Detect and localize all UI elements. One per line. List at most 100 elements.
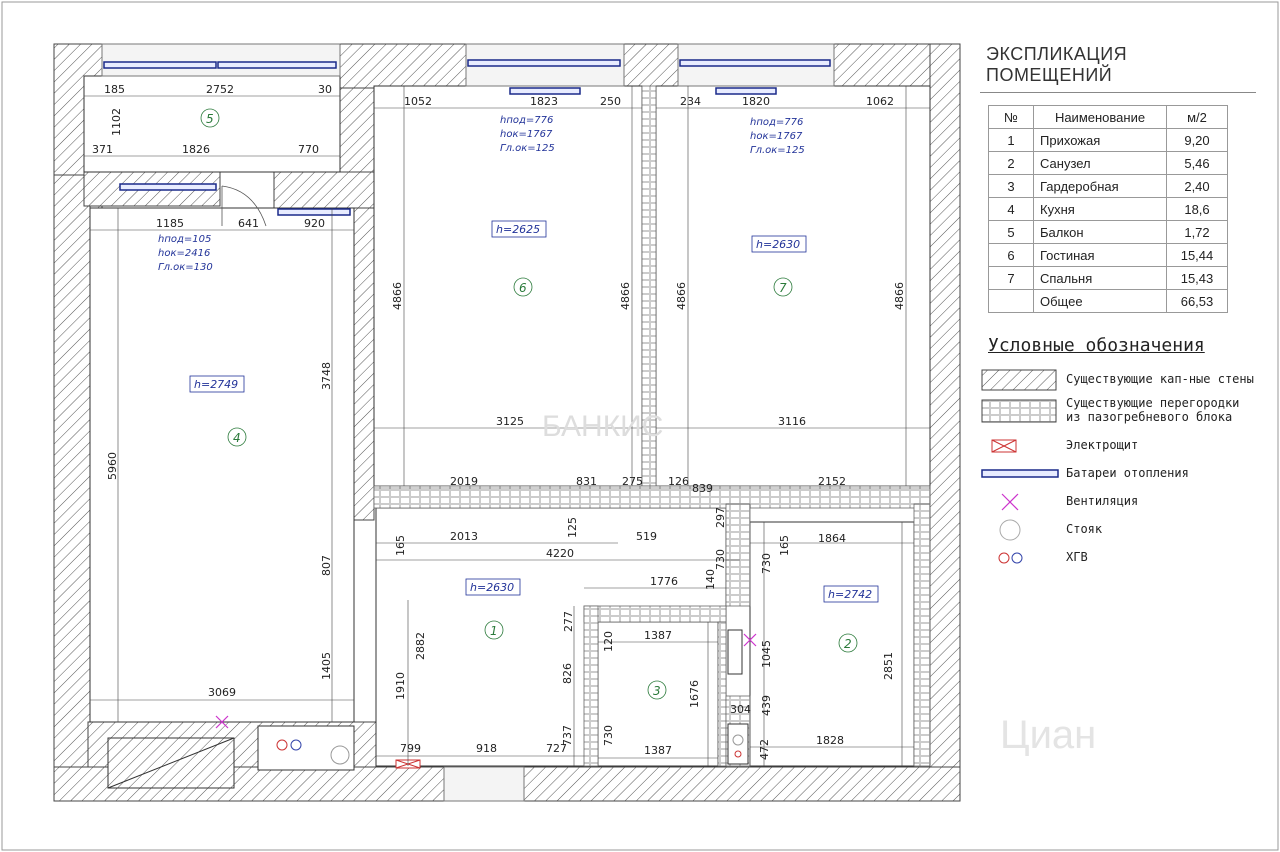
svg-text:4866: 4866	[619, 282, 632, 310]
electric-panel-legend-icon	[991, 439, 1017, 453]
table-row: 3 Гардеробная 2,40	[988, 174, 1228, 198]
riser-icon	[330, 745, 350, 765]
svg-text:hпод=105: hпод=105	[158, 234, 211, 245]
svg-text:7: 7	[779, 281, 787, 295]
svg-text:3: 3	[653, 684, 661, 698]
riser-legend-icon	[999, 519, 1021, 541]
svg-text:1910: 1910	[394, 672, 407, 700]
svg-text:4866: 4866	[391, 282, 404, 310]
svg-text:1: 1	[490, 624, 498, 638]
svg-text:4220: 4220	[546, 547, 574, 560]
svg-text:250: 250	[600, 95, 621, 108]
table-row: 1 Прихожая 9,20	[988, 128, 1228, 152]
svg-text:1823: 1823	[530, 95, 558, 108]
svg-text:5960: 5960	[106, 452, 119, 480]
svg-text:5: 5	[206, 112, 214, 126]
svg-text:140: 140	[704, 569, 717, 590]
svg-text:1062: 1062	[866, 95, 894, 108]
svg-text:h=2749: h=2749	[194, 378, 238, 391]
svg-text:120: 120	[602, 631, 615, 652]
svg-text:165: 165	[394, 535, 407, 556]
svg-text:770: 770	[298, 143, 319, 156]
svg-text:4: 4	[233, 431, 241, 445]
svg-text:Гл.ок=130: Гл.ок=130	[158, 262, 213, 273]
table-row: 6 Гостиная 15,44	[988, 243, 1228, 267]
svg-text:1045: 1045	[760, 640, 773, 668]
svg-text:371: 371	[92, 143, 113, 156]
symbol-wall: Существующие кап-ные стены	[980, 366, 1270, 394]
block-partition-icon	[981, 399, 1057, 423]
svg-text:1387: 1387	[644, 744, 672, 757]
svg-text:1826: 1826	[182, 143, 210, 156]
svg-text:807: 807	[320, 555, 333, 576]
svg-text:839: 839	[692, 482, 713, 495]
svg-text:275: 275	[622, 475, 643, 488]
svg-text:519: 519	[636, 530, 657, 543]
symbol-partition: Существующие перегородки из пазогребнево…	[980, 394, 1270, 432]
svg-text:126: 126	[668, 475, 689, 488]
watermark: БАНКИС	[542, 410, 663, 443]
explication-table: № Наименование м/2 1 Прихожая 9,20 2 Санузе…	[988, 105, 1228, 313]
svg-text:277: 277	[562, 611, 575, 632]
svg-text:Гл.ок=125: Гл.ок=125	[500, 143, 555, 154]
svg-text:2: 2	[844, 637, 852, 651]
svg-text:2019: 2019	[450, 475, 478, 488]
svg-text:304: 304	[730, 703, 751, 716]
legend-panel: ЭКСПЛИКАЦИЯ ПОМЕЩЕНИЙ № Наименование м/2…	[980, 40, 1270, 572]
svg-text:3116: 3116	[778, 415, 806, 428]
svg-text:831: 831	[576, 475, 597, 488]
symbol-panel: Электрощит	[980, 432, 1270, 460]
svg-text:1387: 1387	[644, 629, 672, 642]
svg-text:472: 472	[758, 739, 771, 760]
table-row: 5 Балкон 1,72	[988, 220, 1228, 244]
svg-text:439: 439	[760, 695, 773, 716]
svg-text:2013: 2013	[450, 530, 478, 543]
svg-text:297: 297	[714, 507, 727, 528]
table-row: 7 Спальня 15,43	[988, 266, 1228, 290]
svg-text:hок=2416: hок=2416	[158, 248, 210, 259]
symbol-riser: Стояк	[980, 516, 1270, 544]
svg-text:920: 920	[304, 217, 325, 230]
svg-text:hок=1767: hок=1767	[500, 129, 553, 140]
svg-text:1185: 1185	[156, 217, 184, 230]
svg-text:2851: 2851	[882, 652, 895, 680]
vent-legend-icon	[1001, 493, 1019, 511]
svg-text:2752: 2752	[206, 83, 234, 96]
svg-text:h=2742: h=2742	[828, 588, 872, 601]
svg-text:h=2625: h=2625	[496, 223, 540, 236]
svg-text:799: 799	[400, 742, 421, 755]
svg-text:730: 730	[714, 549, 727, 570]
svg-text:641: 641	[238, 217, 259, 230]
svg-text:2152: 2152	[818, 475, 846, 488]
svg-text:125: 125	[566, 517, 579, 538]
svg-text:hпод=776: hпод=776	[500, 115, 553, 126]
svg-text:165: 165	[778, 535, 791, 556]
table-header: № Наименование м/2	[988, 105, 1228, 129]
svg-text:4866: 4866	[675, 282, 688, 310]
symbol-radiator: Батареи отопления	[980, 460, 1270, 488]
svg-text:3748: 3748	[320, 362, 333, 390]
svg-text:2882: 2882	[414, 632, 427, 660]
svg-text:1864: 1864	[818, 532, 846, 545]
svg-text:918: 918	[476, 742, 497, 755]
svg-text:185: 185	[104, 83, 125, 96]
svg-text:1676: 1676	[688, 680, 701, 708]
symbol-vent: Вентиляция	[980, 488, 1270, 516]
svg-text:826: 826	[561, 663, 574, 684]
svg-text:730: 730	[602, 725, 615, 746]
svg-text:1102: 1102	[110, 108, 123, 136]
svg-text:h=2630: h=2630	[470, 581, 514, 594]
svg-text:6: 6	[519, 281, 527, 295]
symbol-water: ХГВ	[980, 544, 1270, 572]
hot-water-icon	[290, 739, 302, 751]
svg-text:h=2630: h=2630	[756, 238, 800, 251]
wall-hatch-icon	[981, 369, 1057, 391]
table-row: Общее 66,53	[988, 289, 1228, 313]
svg-text:730: 730	[760, 553, 773, 574]
svg-text:4866: 4866	[893, 282, 906, 310]
svg-text:3069: 3069	[208, 686, 236, 699]
radiator-legend-icon	[981, 469, 1059, 478]
svg-text:30: 30	[318, 83, 332, 96]
svg-text:1405: 1405	[320, 652, 333, 680]
table-row: 4 Кухня 18,6	[988, 197, 1228, 221]
